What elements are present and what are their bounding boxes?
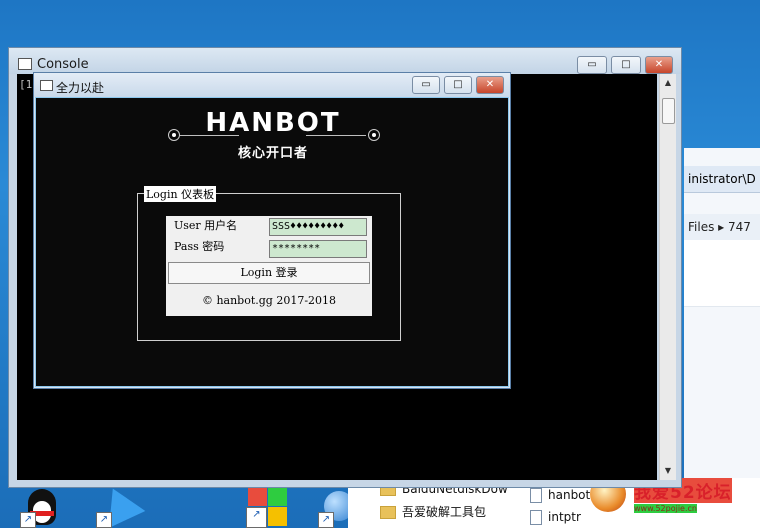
console-title: Console: [37, 57, 89, 72]
login-window-title: 全力以赴: [56, 81, 105, 95]
login-titlebar[interactable]: 全力以赴 ▭ □ ✕: [34, 73, 510, 97]
close-button[interactable]: ✕: [476, 76, 504, 94]
console-titlebar[interactable]: Console ▭ □ ✕: [9, 48, 681, 74]
shortcut-arrow-icon: ↗: [318, 512, 334, 528]
login-body: HANBOT 核心开口者 Login 仪表板 User 用户名 SSS♦♦♦♦♦…: [35, 97, 509, 387]
file-item-intptr[interactable]: intptr: [530, 510, 581, 525]
file-icon: [530, 488, 542, 503]
list-item[interactable]: [684, 284, 760, 307]
shortcut-arrow-icon: ↗: [96, 512, 112, 528]
login-window: 全力以赴 ▭ □ ✕ HANBOT 核心开口者 Login 仪表板 User 用…: [33, 72, 511, 389]
minimize-button[interactable]: ▭: [412, 76, 440, 94]
shortcut-arrow-icon: ↗: [246, 507, 267, 528]
user-label: User 用户名: [174, 219, 238, 232]
scroll-down-icon[interactable]: ▼: [663, 466, 673, 476]
list-item[interactable]: [684, 240, 760, 263]
login-button[interactable]: Login 登录: [168, 262, 370, 284]
bird-desktop-icon[interactable]: ↗: [94, 480, 146, 528]
close-button[interactable]: ✕: [645, 56, 673, 74]
address-bar[interactable]: inistrator\D: [684, 166, 760, 193]
brand-subtitle: 核心开口者: [237, 146, 308, 161]
maximize-button[interactable]: □: [611, 56, 641, 74]
file-item-toolkit[interactable]: 吾爱破解工具包: [380, 503, 486, 520]
pass-label: Pass 密码: [174, 240, 225, 253]
scrollbar-thumb[interactable]: [662, 98, 675, 124]
password-field[interactable]: ********: [269, 240, 367, 258]
decor-line: [179, 135, 239, 136]
tiles-desktop-icon[interactable]: ↗: [246, 483, 294, 528]
console-prompt-text: [1: [19, 78, 33, 91]
qq-desktop-icon[interactable]: ↗: [20, 483, 68, 528]
copyright-text: © hanbot.gg 2017-2018: [201, 294, 337, 307]
console-app-icon: [18, 58, 32, 70]
brand-title: HANBOT: [205, 108, 341, 138]
decor-node-icon: [368, 129, 380, 141]
shortcut-arrow-icon: ↗: [20, 512, 36, 528]
console-scrollbar[interactable]: ▲ ▼: [659, 74, 676, 480]
list-item[interactable]: [684, 262, 760, 285]
folder-icon: [380, 506, 396, 519]
scroll-up-icon[interactable]: ▲: [663, 78, 673, 88]
maximize-button[interactable]: □: [444, 76, 472, 94]
login-groupbox: Login 仪表板 User 用户名 SSS♦♦♦♦♦♦♦♦♦ Pass 密码 …: [137, 186, 401, 341]
breadcrumb[interactable]: Files ▸ 747: [684, 214, 760, 241]
explorer-window: inistrator\D Files ▸ 747: [684, 148, 760, 528]
file-icon: [530, 510, 542, 525]
decor-node-icon: [168, 129, 180, 141]
login-panel: User 用户名 SSS♦♦♦♦♦♦♦♦♦ Pass 密码 ******** L…: [166, 216, 372, 316]
decor-line: [306, 135, 366, 136]
minimize-button[interactable]: ▭: [577, 56, 607, 74]
login-app-icon: [40, 80, 53, 91]
username-field[interactable]: SSS♦♦♦♦♦♦♦♦♦: [269, 218, 367, 236]
group-label: Login 仪表板: [144, 186, 217, 202]
